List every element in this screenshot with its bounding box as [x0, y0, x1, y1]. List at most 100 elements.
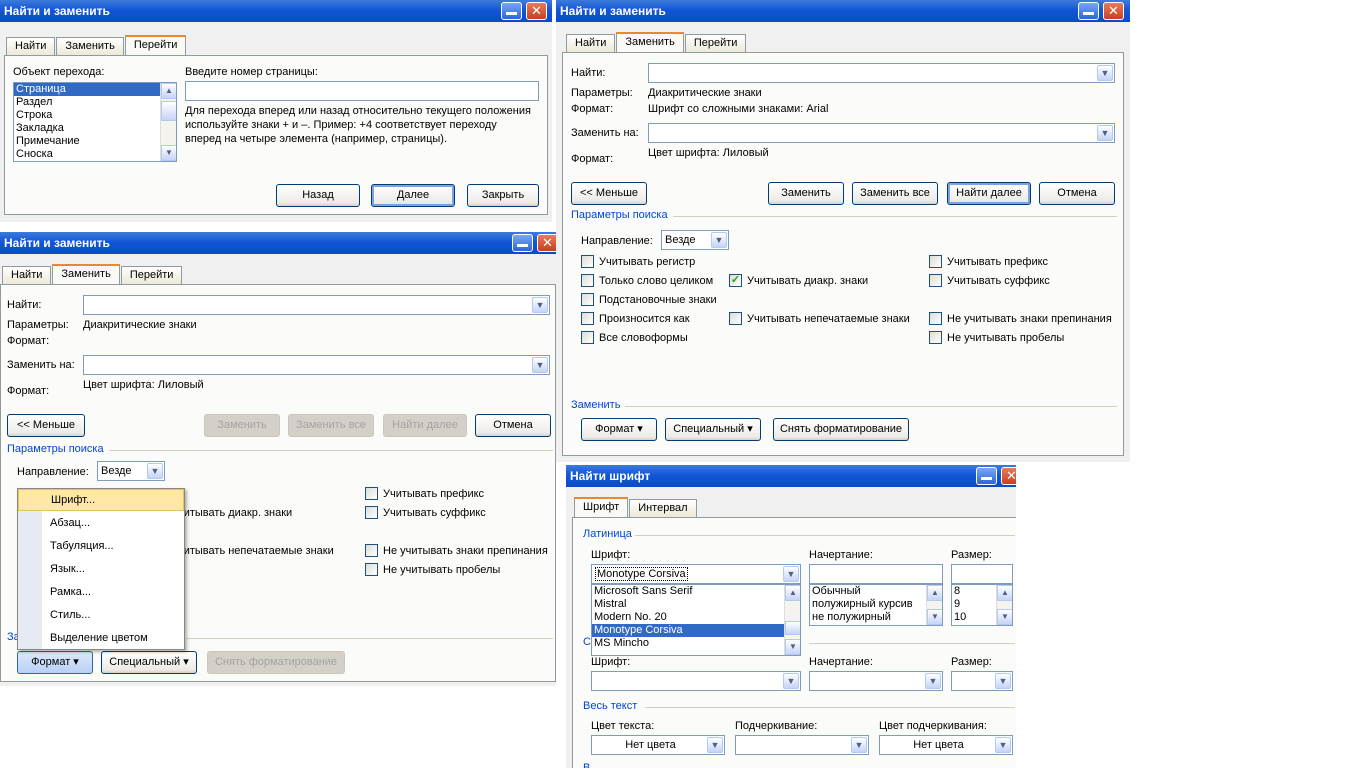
chevron-down-icon[interactable]: ▼	[925, 673, 941, 689]
scrollbar[interactable]: ▲ ▼	[784, 585, 800, 655]
format-menu-button[interactable]: Формат ▾	[17, 651, 93, 674]
scroll-down-icon[interactable]: ▼	[785, 639, 800, 655]
help-button[interactable]	[512, 234, 533, 252]
list-item[interactable]: Сноска	[14, 148, 176, 161]
page-number-input[interactable]	[185, 81, 539, 101]
list-item[interactable]: Раздел	[14, 96, 176, 109]
direction-select[interactable]: Везде ▼	[97, 461, 165, 481]
chevron-down-icon[interactable]: ▼	[995, 673, 1011, 689]
cancel-button[interactable]: Отмена	[475, 414, 551, 437]
replace-combo[interactable]: ▼	[83, 355, 550, 375]
scroll-down-icon[interactable]: ▼	[997, 609, 1012, 625]
scroll-up-icon[interactable]: ▲	[997, 585, 1012, 601]
scrollbar[interactable]: ▲ ▼	[160, 83, 176, 161]
close-window-button[interactable]: ✕	[537, 234, 556, 252]
list-item[interactable]: Mistral	[592, 598, 800, 611]
less-button[interactable]: << Меньше	[571, 182, 647, 205]
help-button[interactable]	[501, 2, 522, 20]
find-combo[interactable]: ▼	[83, 295, 550, 315]
object-list[interactable]: Страница Раздел Строка Закладка Примечан…	[13, 82, 177, 162]
font-dropdown-list[interactable]: Microsoft Sans Serif Mistral Modern No. …	[591, 584, 801, 656]
list-item[interactable]: не полужирный	[810, 611, 942, 624]
find-next-button[interactable]: Найти далее	[383, 414, 467, 437]
scroll-thumb[interactable]	[161, 101, 176, 121]
list-item[interactable]: Обычный	[810, 585, 942, 598]
match-case-checkbox[interactable]: Учитывать регистр	[581, 255, 695, 268]
list-item[interactable]: Строка	[14, 109, 176, 122]
tab-goto[interactable]: Перейти	[124, 35, 187, 55]
clear-format-button[interactable]: Снять форматирование	[773, 418, 909, 441]
all-forms-checkbox[interactable]: Все словоформы	[581, 331, 688, 344]
less-button[interactable]: << Меньше	[7, 414, 85, 437]
tab-spacing[interactable]: Интервал	[629, 499, 697, 517]
ucolor-select[interactable]: Нет цвета ▼	[879, 735, 1013, 755]
direction-select[interactable]: Везде ▼	[661, 230, 729, 250]
back-button[interactable]: Назад	[276, 184, 360, 207]
prefix-checkbox[interactable]: Учитывать префикс	[365, 487, 484, 500]
list-item[interactable]: Monotype Corsiva	[592, 624, 784, 637]
menu-item-language[interactable]: Язык...	[18, 558, 184, 580]
tab-font[interactable]: Шрифт	[574, 497, 629, 517]
prefix-checkbox[interactable]: Учитывать префикс	[929, 255, 1048, 268]
chevron-down-icon[interactable]: ▼	[783, 566, 799, 582]
font2-combo[interactable]: ▼	[591, 671, 801, 691]
chevron-down-icon[interactable]: ▼	[1097, 65, 1113, 81]
whole-word-checkbox[interactable]: Только слово целиком	[581, 274, 713, 287]
list-item[interactable]: Modern No. 20	[592, 611, 800, 624]
tab-find[interactable]: Найти	[6, 37, 56, 55]
style-input[interactable]	[809, 564, 943, 584]
cancel-button[interactable]: Отмена	[1039, 182, 1115, 205]
chevron-down-icon[interactable]: ▼	[1097, 125, 1113, 141]
ignore-spaces-checkbox[interactable]: Не учитывать пробелы	[929, 331, 1064, 344]
special-menu-button[interactable]: Специальный ▾	[665, 418, 761, 441]
tab-goto[interactable]: Перейти	[120, 266, 183, 284]
replace-button[interactable]: Заменить	[204, 414, 280, 437]
tab-replace[interactable]: Заменить	[52, 264, 120, 284]
style2-combo[interactable]: ▼	[809, 671, 943, 691]
scroll-down-icon[interactable]: ▼	[927, 609, 942, 625]
ignore-spaces-checkbox[interactable]: Не учитывать пробелы	[365, 563, 500, 576]
close-window-button[interactable]: ✕	[1001, 467, 1016, 485]
menu-item-frame[interactable]: Рамка...	[18, 581, 184, 603]
size2-combo[interactable]: ▼	[951, 671, 1013, 691]
size-input[interactable]	[951, 564, 1013, 584]
chevron-down-icon[interactable]: ▼	[532, 297, 548, 313]
ignore-punct-checkbox[interactable]: Не учитывать знаки препинания	[365, 544, 548, 557]
chevron-down-icon[interactable]: ▼	[707, 737, 723, 753]
close-window-button[interactable]: ✕	[1103, 2, 1124, 20]
scroll-up-icon[interactable]: ▲	[785, 585, 800, 601]
menu-item-highlight[interactable]: Выделение цветом	[18, 627, 184, 649]
help-button[interactable]	[1078, 2, 1099, 20]
tab-goto[interactable]: Перейти	[684, 34, 747, 52]
close-window-button[interactable]: ✕	[526, 2, 547, 20]
tab-find[interactable]: Найти	[566, 34, 616, 52]
underline-select[interactable]: ▼	[735, 735, 869, 755]
chevron-down-icon[interactable]: ▼	[532, 357, 548, 373]
chevron-down-icon[interactable]: ▼	[147, 463, 163, 479]
close-button[interactable]: Закрыть	[467, 184, 539, 207]
nonprint-checkbox[interactable]: Учитывать непечатаемые знаки	[729, 312, 910, 325]
list-item[interactable]: MS Mincho	[592, 637, 800, 650]
list-item[interactable]: Страница	[14, 83, 160, 96]
list-item[interactable]: полужирный курсив	[810, 598, 942, 611]
suffix-checkbox[interactable]: Учитывать суффикс	[929, 274, 1050, 287]
scroll-down-icon[interactable]: ▼	[161, 145, 176, 161]
scroll-up-icon[interactable]: ▲	[927, 585, 942, 601]
chevron-down-icon[interactable]: ▼	[783, 673, 799, 689]
menu-item-tabs[interactable]: Табуляция...	[18, 535, 184, 557]
ignore-punct-checkbox[interactable]: Не учитывать знаки препинания	[929, 312, 1112, 325]
menu-item-paragraph[interactable]: Абзац...	[18, 512, 184, 534]
color-select[interactable]: Нет цвета ▼	[591, 735, 725, 755]
tab-replace[interactable]: Заменить	[56, 37, 124, 55]
special-menu-button[interactable]: Специальный ▾	[101, 651, 197, 674]
suffix-checkbox[interactable]: Учитывать суффикс	[365, 506, 486, 519]
replace-button[interactable]: Заменить	[768, 182, 844, 205]
tab-replace[interactable]: Заменить	[616, 32, 684, 52]
scrollbar[interactable]: ▲ ▼	[996, 585, 1012, 625]
chevron-down-icon[interactable]: ▼	[995, 737, 1011, 753]
help-button[interactable]	[976, 467, 997, 485]
find-combo[interactable]: ▼	[648, 63, 1115, 83]
font-combo[interactable]: Monotype Corsiva ▼	[591, 564, 801, 584]
list-item[interactable]: Примечание	[14, 135, 176, 148]
style-list[interactable]: Обычный полужирный курсив не полужирный …	[809, 584, 943, 626]
